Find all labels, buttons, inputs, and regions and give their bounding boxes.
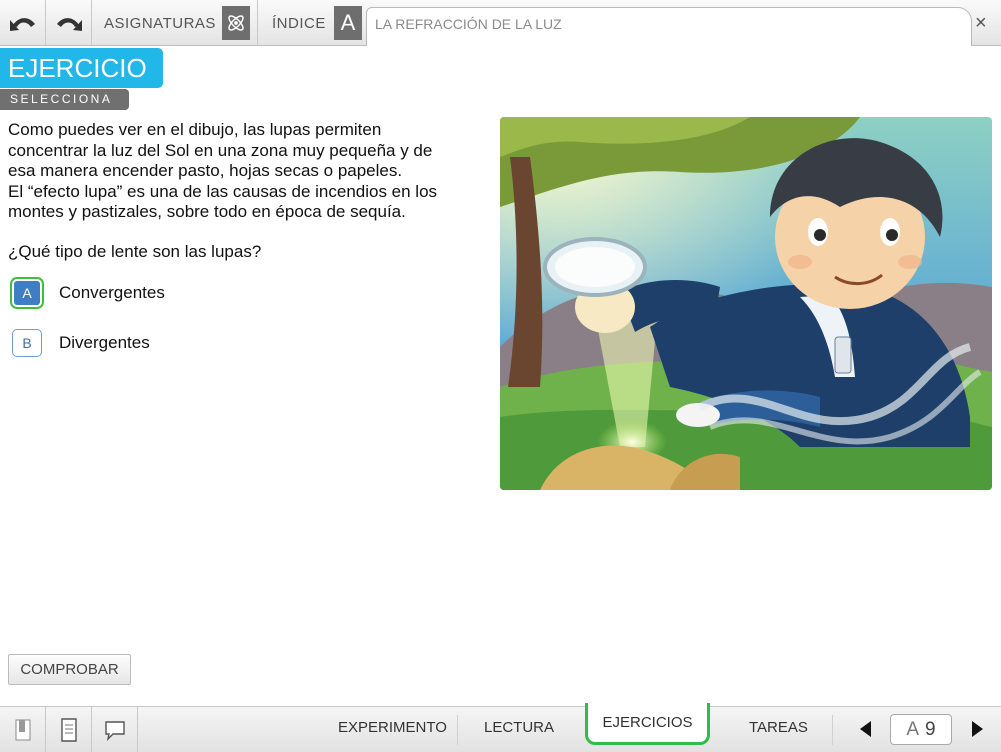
next-page-icon[interactable] bbox=[972, 721, 983, 737]
index-label: ÍNDICE bbox=[272, 15, 326, 32]
subjects-label: ASIGNATURAS bbox=[104, 15, 216, 32]
option-b-label[interactable]: Divergentes bbox=[59, 333, 150, 353]
bookmark-button[interactable] bbox=[0, 707, 46, 752]
paragraph-line: montes y pastizales, sobre todo en época… bbox=[8, 202, 406, 221]
paragraph-line: concentrar la luz del Sol en una zona mu… bbox=[8, 140, 433, 160]
undo-button[interactable] bbox=[0, 0, 46, 45]
atom-icon bbox=[222, 6, 250, 40]
title-tab: LA REFRACCIÓN DE LA LUZ bbox=[366, 7, 972, 46]
check-button[interactable]: COMPROBAR bbox=[8, 654, 131, 685]
page-number: 9 bbox=[925, 718, 936, 740]
option-a[interactable]: A Convergentes bbox=[12, 276, 312, 310]
prev-page-icon[interactable] bbox=[860, 721, 871, 737]
notebook-icon bbox=[60, 717, 77, 742]
tab-lectura[interactable]: LECTURA bbox=[484, 719, 554, 736]
page-letter: A bbox=[906, 718, 920, 740]
subjects-button[interactable]: ASIGNATURAS bbox=[92, 0, 258, 45]
paragraph-line: Como puedes ver en el dibujo, las lupas … bbox=[8, 120, 382, 139]
speech-bubble-icon bbox=[104, 720, 125, 741]
bookmark-icon bbox=[15, 719, 30, 740]
index-button[interactable]: ÍNDICE A bbox=[258, 0, 366, 45]
undo-icon bbox=[9, 17, 35, 31]
option-b-key[interactable]: B bbox=[12, 329, 42, 357]
tab-divider bbox=[457, 715, 458, 745]
exercise-paragraph: Como puedes ver en el dibujo, las lupas … bbox=[8, 120, 483, 223]
tab-ejercicios[interactable]: EJERCICIOS bbox=[585, 703, 710, 745]
notebook-button[interactable] bbox=[46, 707, 92, 752]
tab-divider bbox=[832, 715, 833, 745]
unit-title: LA REFRACCIÓN DE LA LUZ bbox=[375, 16, 562, 32]
index-letter-badge: A bbox=[334, 6, 362, 40]
page-indicator[interactable]: A 9 bbox=[890, 714, 952, 745]
question-text: ¿Qué tipo de lente son las lupas? bbox=[8, 242, 262, 261]
exercise-badge: EJERCICIO bbox=[0, 48, 163, 88]
redo-icon bbox=[56, 17, 82, 31]
option-b[interactable]: B Divergentes bbox=[12, 326, 312, 360]
magnifying-glass-illustration bbox=[500, 117, 992, 490]
option-a-key[interactable]: A bbox=[12, 279, 42, 307]
paragraph-line: El “efecto lupa” es una de las causas de… bbox=[8, 181, 438, 201]
comments-button[interactable] bbox=[92, 707, 138, 752]
select-badge: SELECCIONA bbox=[0, 89, 129, 110]
tab-experimento[interactable]: EXPERIMENTO bbox=[338, 719, 447, 736]
paragraph-line: esa manera encender pasto, hojas secas o… bbox=[8, 161, 403, 180]
redo-button[interactable] bbox=[46, 0, 92, 45]
tab-tareas[interactable]: TAREAS bbox=[749, 719, 808, 736]
top-toolbar: ASIGNATURAS ÍNDICE A LA REFRACCIÓN DE LA… bbox=[0, 0, 1001, 46]
bottom-toolbar: EXPERIMENTO LECTURA EJERCICIOS TAREAS A … bbox=[0, 703, 1001, 752]
close-icon[interactable]: × bbox=[975, 12, 987, 35]
option-a-label[interactable]: Convergentes bbox=[59, 283, 165, 303]
